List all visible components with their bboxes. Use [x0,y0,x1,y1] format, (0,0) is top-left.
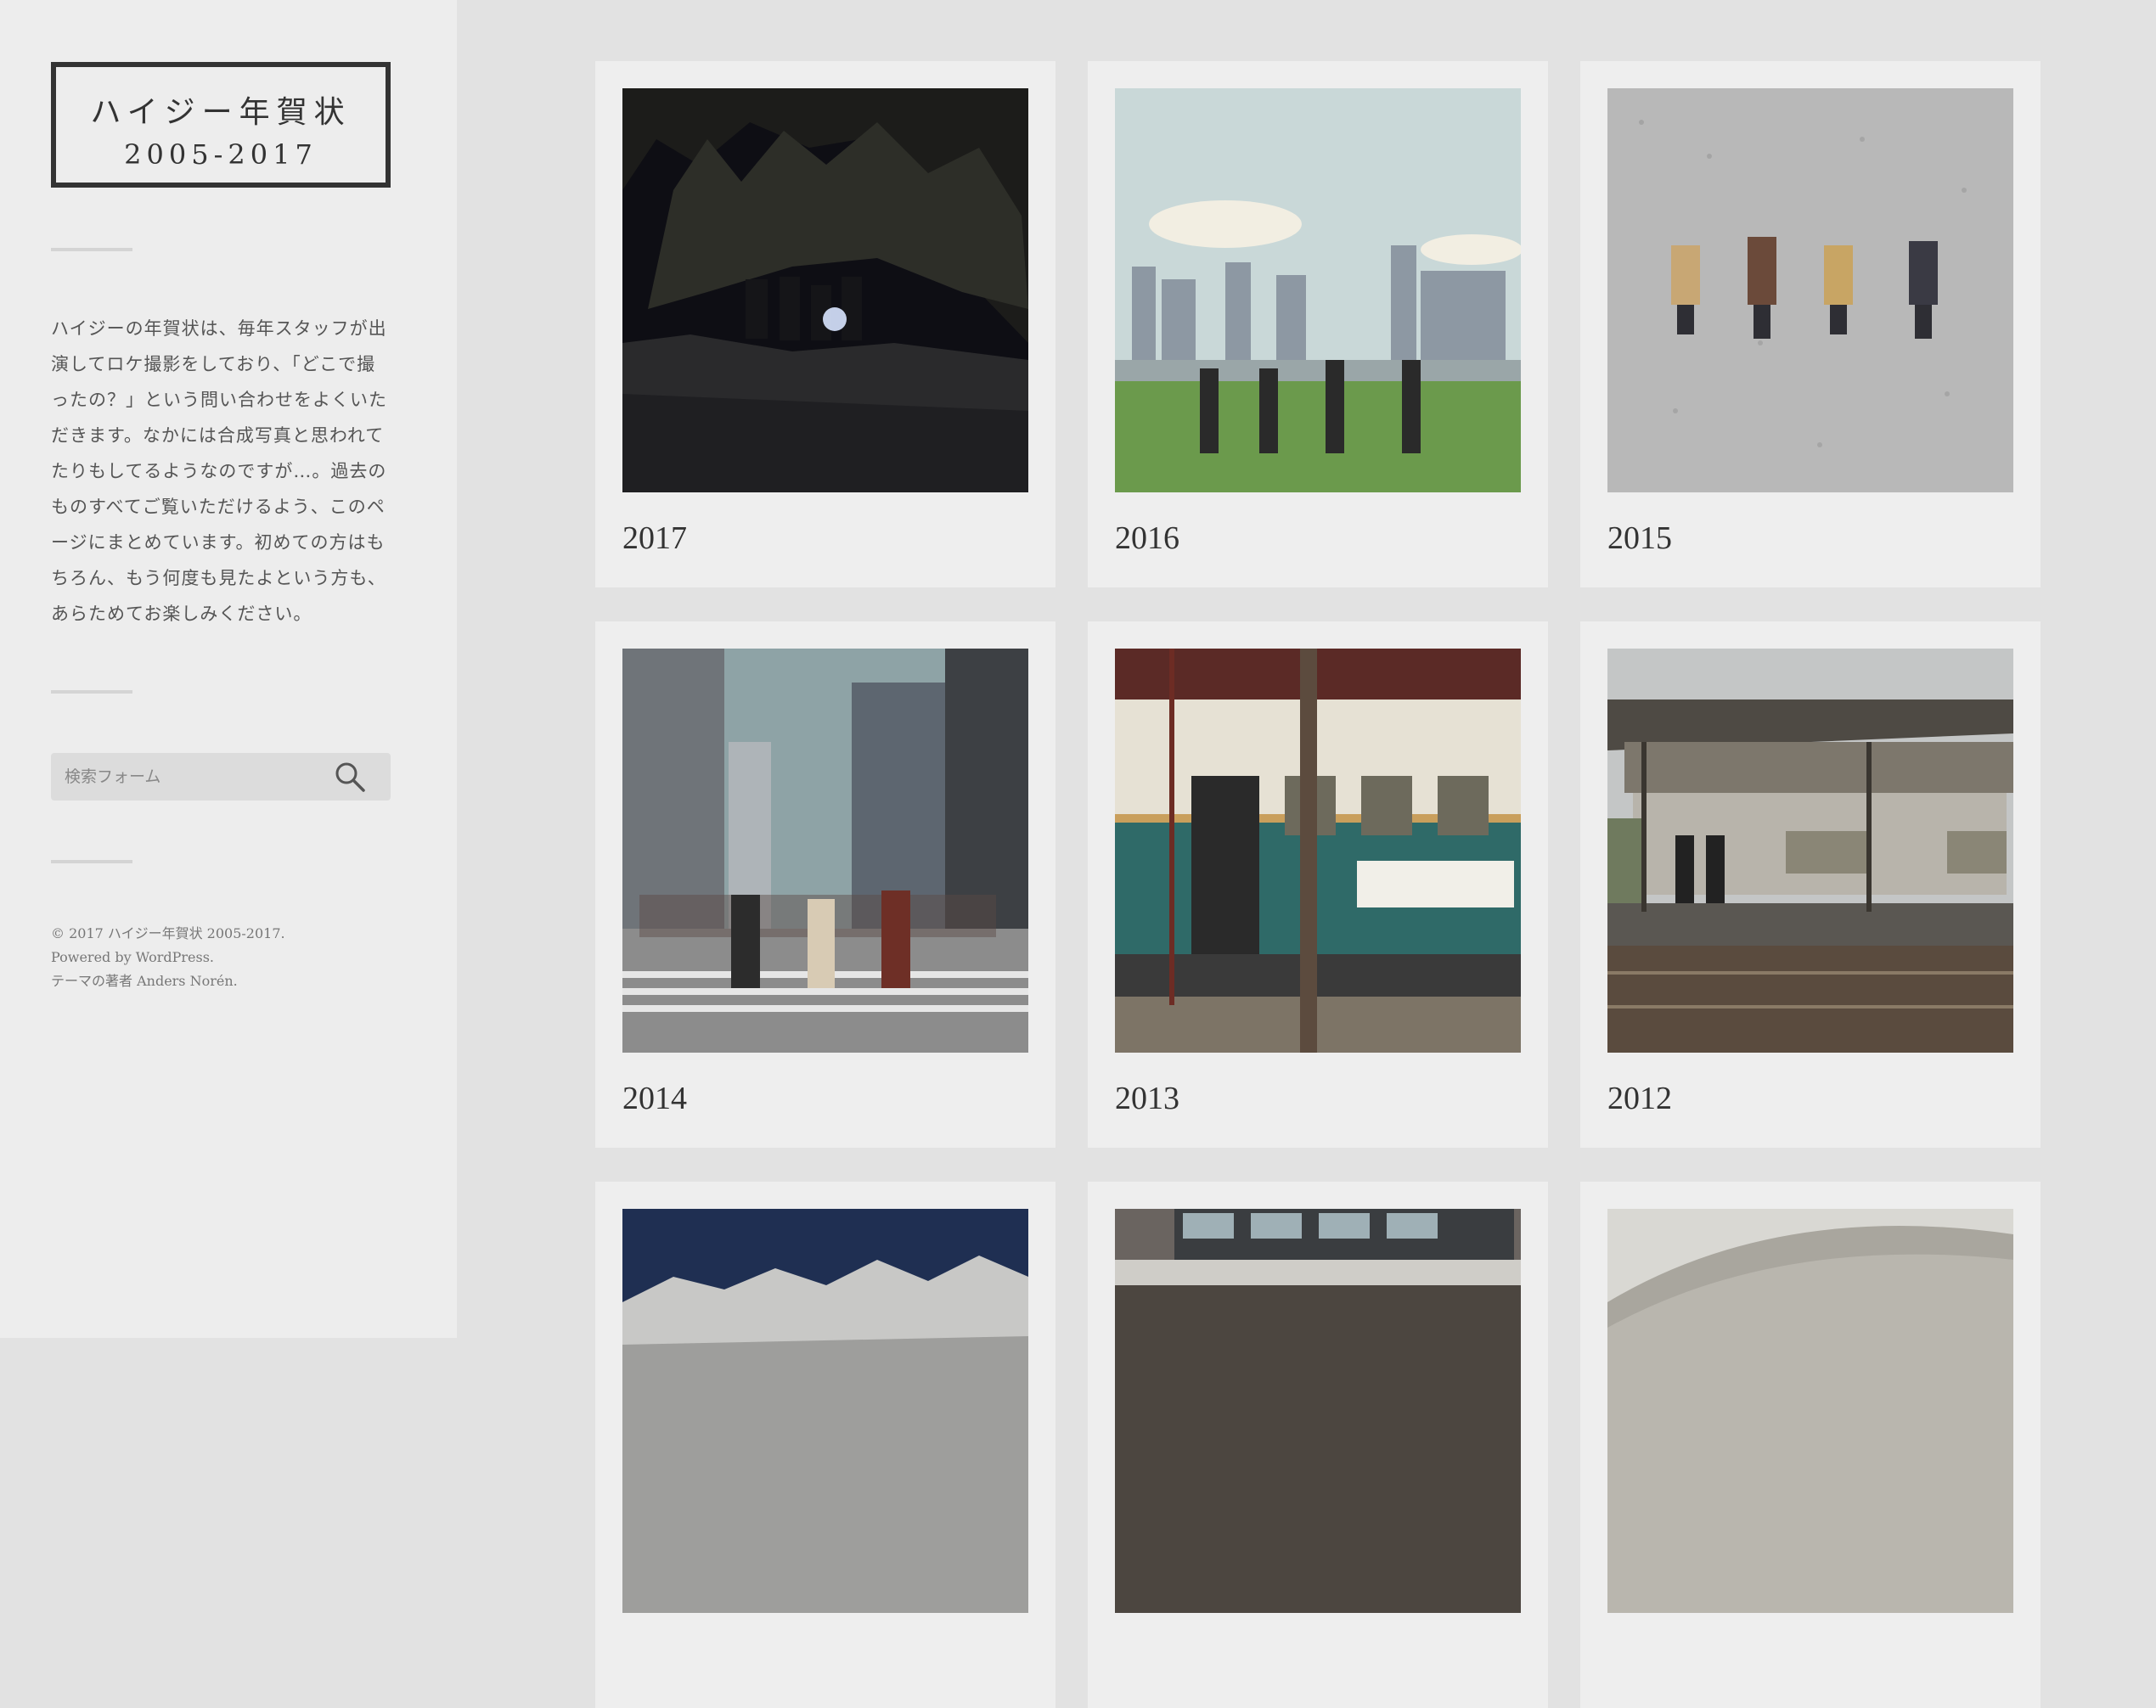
footer-theme-link[interactable]: テーマの著者 Anders Norén. [51,973,238,989]
site-title-line1[interactable]: ハイジー年賀状 [56,87,386,132]
post-title[interactable]: 2013 [1115,1080,1179,1117]
post-card[interactable]: 2013 [1088,621,1548,1148]
post-card[interactable]: 2017 [595,61,1055,587]
post-thumbnail[interactable] [1115,1209,1521,1613]
post-title[interactable]: 2012 [1607,1080,1672,1117]
post-thumbnail[interactable] [1115,88,1521,492]
post-card[interactable]: 2012 [1580,621,2041,1148]
divider [51,248,132,251]
post-thumbnail[interactable] [1607,649,2013,1053]
post-thumbnail[interactable] [1607,88,2013,492]
post-card[interactable] [1580,1182,2041,1708]
post-thumbnail[interactable] [622,649,1028,1053]
search-icon[interactable] [333,760,367,794]
footer-powered-link[interactable]: Powered by WordPress. [51,949,214,965]
post-card[interactable]: 2014 [595,621,1055,1148]
post-title[interactable]: 2015 [1607,520,1672,557]
post-thumbnail[interactable] [622,1209,1028,1613]
site-footer: © 2017 ハイジー年賀状 2005-2017. Powered by Wor… [51,922,408,993]
divider [51,690,132,694]
post-thumbnail[interactable] [1607,1209,2013,1613]
post-thumbnail[interactable] [622,88,1028,492]
post-card[interactable] [1088,1182,1548,1708]
post-title[interactable]: 2017 [622,520,687,557]
site-title-line2[interactable]: 2005-2017 [56,138,386,171]
post-card[interactable] [595,1182,1055,1708]
divider [51,860,132,863]
post-title[interactable]: 2014 [622,1080,687,1117]
sidebar: ハイジー年賀状 2005-2017 ハイジーの年賀状は、毎年スタッフが出演してロ… [0,0,457,1338]
posts-grid: 2017 2016 2015 2014 2013 2012 [595,61,2041,1708]
search-input[interactable] [51,753,323,801]
site-title[interactable]: ハイジー年賀状 2005-2017 [51,62,391,188]
search-form [51,753,391,801]
site-description: ハイジーの年賀状は、毎年スタッフが出演してロケ撮影をしており、「どこで撮ったの？… [51,318,387,624]
post-card[interactable]: 2015 [1580,61,2041,587]
footer-copyright: © 2017 ハイジー年賀状 2005-2017. [51,925,285,941]
post-card[interactable]: 2016 [1088,61,1548,587]
post-title[interactable]: 2016 [1115,520,1179,557]
post-thumbnail[interactable] [1115,649,1521,1053]
